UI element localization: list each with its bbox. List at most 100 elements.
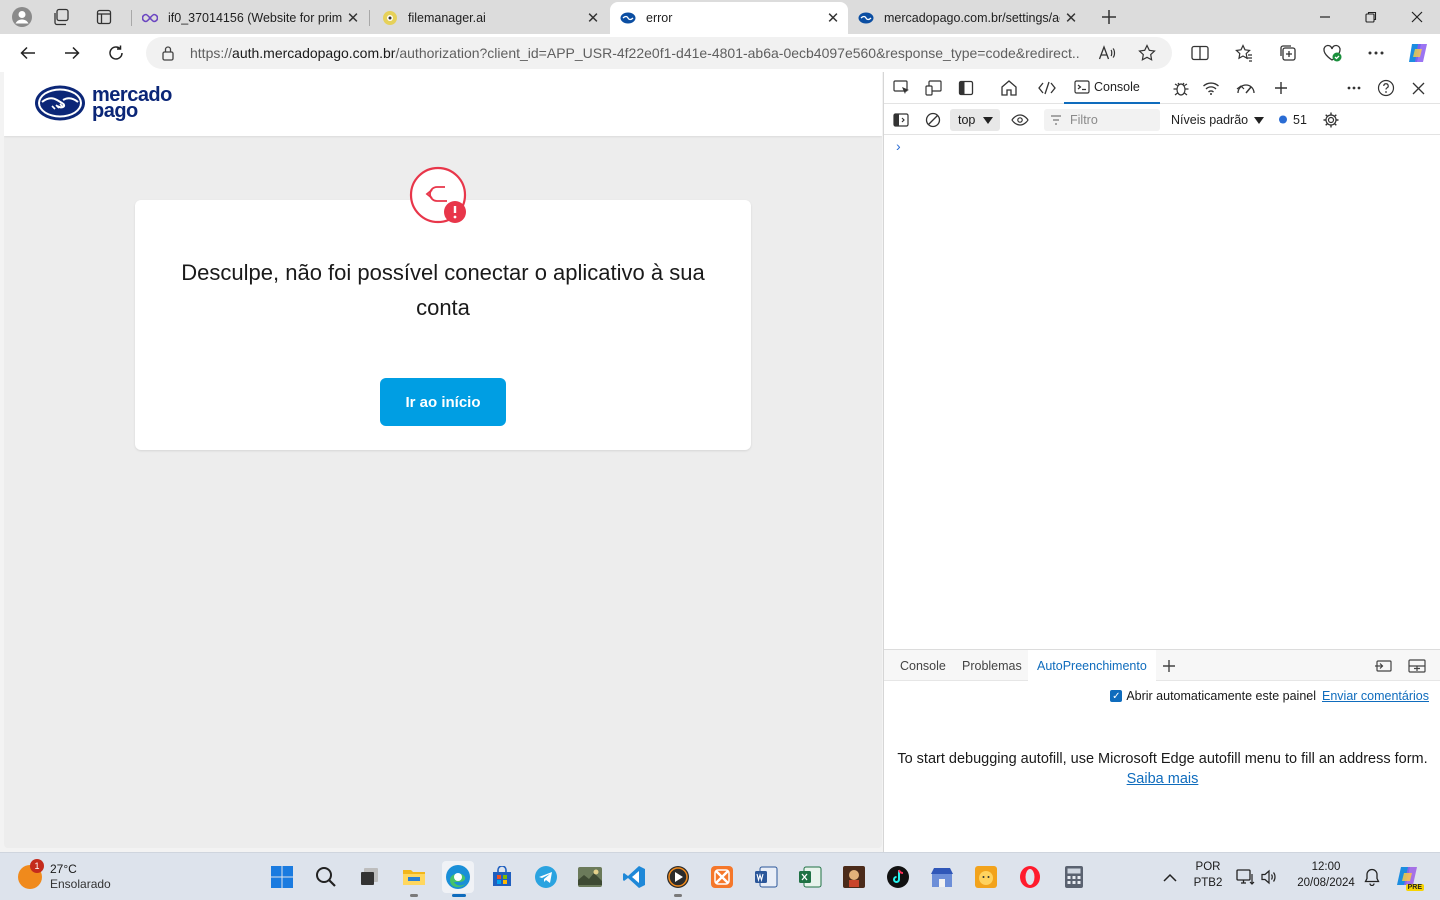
bug-icon[interactable] <box>1168 76 1194 100</box>
send-feedback-link[interactable]: Enviar comentários <box>1322 689 1429 703</box>
elements-code-icon[interactable] <box>1034 76 1060 100</box>
minimize-button[interactable] <box>1302 0 1348 34</box>
tab-actions-button[interactable] <box>90 3 118 31</box>
notifications-button[interactable] <box>1356 861 1388 893</box>
url-text[interactable]: https://auth.mercadopago.com.br/authoriz… <box>190 45 1080 61</box>
tab-error[interactable]: error ✕ <box>610 2 848 34</box>
auto-open-label: Abrir automaticamente este painel <box>1126 689 1316 703</box>
taskbar-game-lion[interactable] <box>970 861 1002 893</box>
browser-essentials-button[interactable] <box>1317 38 1347 68</box>
more-tools-plus-icon[interactable] <box>1268 76 1294 100</box>
taskbar-calculator[interactable] <box>1058 861 1090 893</box>
taskbar-file-explorer[interactable] <box>398 861 430 897</box>
system-clock[interactable]: 12:00 20/08/2024 <box>1288 859 1364 891</box>
character-icon <box>843 866 865 888</box>
taskbar-excel[interactable] <box>794 861 826 893</box>
favorites-button[interactable] <box>1229 38 1259 68</box>
close-drawer-icon[interactable] <box>1404 654 1430 678</box>
auto-open-checkbox[interactable]: ✓ <box>1110 690 1123 702</box>
performance-gauge-icon[interactable] <box>1233 76 1259 100</box>
lock-icon[interactable] <box>146 45 190 61</box>
profile-button[interactable] <box>8 3 36 31</box>
taskbar-store[interactable] <box>486 861 518 893</box>
move-drawer-icon[interactable] <box>1370 654 1396 678</box>
edge-icon <box>446 865 470 889</box>
console-filter-input[interactable]: Filtro <box>1044 109 1160 131</box>
windows-taskbar: 1 27°C Ensolarado POR PTB2 12:00 20/08/2… <box>0 852 1440 900</box>
read-aloud-icon[interactable] <box>1094 41 1120 65</box>
drawer-tab-console[interactable]: Console <box>900 650 946 682</box>
sidebar-toggle-icon[interactable] <box>888 108 914 132</box>
go-home-button[interactable]: Ir ao início <box>380 378 506 426</box>
opera-icon <box>1020 866 1040 888</box>
network-wifi-icon[interactable] <box>1198 76 1224 100</box>
forward-button[interactable] <box>57 38 87 68</box>
tab-filemanager[interactable]: filemanager.ai ✕ <box>372 2 608 34</box>
live-expression-eye-icon[interactable] <box>1007 108 1033 132</box>
show-hidden-icons[interactable] <box>1154 861 1186 893</box>
clear-console-icon[interactable] <box>920 108 946 132</box>
volume-status[interactable] <box>1253 861 1285 893</box>
weather-widget[interactable]: 1 27°C Ensolarado <box>18 859 111 895</box>
start-button[interactable] <box>266 861 298 893</box>
workspaces-button[interactable] <box>48 3 76 31</box>
taskbar-xampp[interactable] <box>706 861 738 893</box>
refresh-button[interactable] <box>101 38 131 68</box>
inspect-element-icon[interactable] <box>889 76 915 100</box>
dock-side-icon[interactable] <box>953 76 979 100</box>
learn-more-link[interactable]: Saiba mais <box>894 769 1431 789</box>
devtools-panel: Console top Filtro Níveis padrão 51 › Co… <box>883 72 1440 852</box>
copilot-button[interactable] <box>1403 38 1433 68</box>
help-icon[interactable] <box>1373 76 1399 100</box>
taskbar-media-player[interactable] <box>662 861 694 897</box>
taskbar-task-view[interactable] <box>354 861 386 893</box>
close-tab-icon[interactable]: ✕ <box>1060 7 1082 29</box>
device-emulation-icon[interactable] <box>921 76 947 100</box>
console-tab-label: Console <box>1094 80 1140 94</box>
speaker-icon <box>1261 869 1276 885</box>
close-window-button[interactable] <box>1394 0 1440 34</box>
drawer-tab-problems[interactable]: Problemas <box>962 650 1022 682</box>
close-tab-icon[interactable]: ✕ <box>342 7 364 29</box>
restore-button[interactable] <box>1348 0 1394 34</box>
taskbar-search[interactable] <box>310 861 342 893</box>
split-screen-button[interactable] <box>1185 38 1215 68</box>
back-button[interactable] <box>13 38 43 68</box>
issues-counter[interactable]: 51 <box>1278 109 1307 131</box>
taskbar-vscode[interactable] <box>618 861 650 893</box>
tab-mercadopago-settings[interactable]: mercadopago.com.br/settings/ac ✕ <box>848 2 1086 34</box>
log-levels-dropdown[interactable]: Níveis padrão <box>1171 109 1265 131</box>
plus-icon <box>1102 10 1116 24</box>
input-language[interactable]: POR PTB2 <box>1190 859 1226 891</box>
add-drawer-tab-icon[interactable] <box>1156 654 1182 678</box>
close-tab-icon[interactable]: ✕ <box>822 7 844 29</box>
console-settings-gear-icon[interactable] <box>1318 108 1344 132</box>
taskbar-opera[interactable] <box>1014 861 1046 893</box>
taskbar-edge[interactable] <box>442 861 474 897</box>
tab-website[interactable]: if0_37014156 (Website for prime ✕ <box>132 2 368 34</box>
devtools-tab-console[interactable]: Console <box>1064 72 1160 104</box>
mercadopago-logo[interactable]: mercado pago <box>34 84 172 122</box>
new-tab-button[interactable] <box>1095 3 1123 31</box>
close-tab-icon[interactable]: ✕ <box>582 7 604 29</box>
taskbar-copilot-preview[interactable]: PRE <box>1392 861 1424 893</box>
collections-button[interactable] <box>1273 38 1303 68</box>
connection-error-icon <box>409 166 467 224</box>
taskbar-shop-app[interactable] <box>926 861 958 893</box>
taskbar-word[interactable] <box>750 861 782 893</box>
settings-more-button[interactable] <box>1361 38 1391 68</box>
game-thumbnail-icon <box>578 867 602 887</box>
taskbar-game-character[interactable] <box>838 861 870 893</box>
close-devtools-icon[interactable] <box>1405 76 1431 100</box>
favorite-star-icon[interactable] <box>1134 41 1160 65</box>
taskbar-telegram[interactable] <box>530 861 562 893</box>
address-bar[interactable]: https://auth.mercadopago.com.br/authoriz… <box>146 37 1172 69</box>
taskbar-tiktok[interactable] <box>882 861 914 893</box>
context-selector[interactable]: top <box>950 109 1000 131</box>
console-prompt[interactable]: › <box>896 138 901 154</box>
drawer-tab-autofill[interactable]: AutoPreenchimento <box>1028 650 1156 682</box>
weather-condition: Ensolarado <box>50 877 111 891</box>
taskbar-game-app[interactable] <box>574 861 606 893</box>
welcome-home-icon[interactable] <box>996 76 1022 100</box>
customize-more-icon[interactable] <box>1341 76 1367 100</box>
